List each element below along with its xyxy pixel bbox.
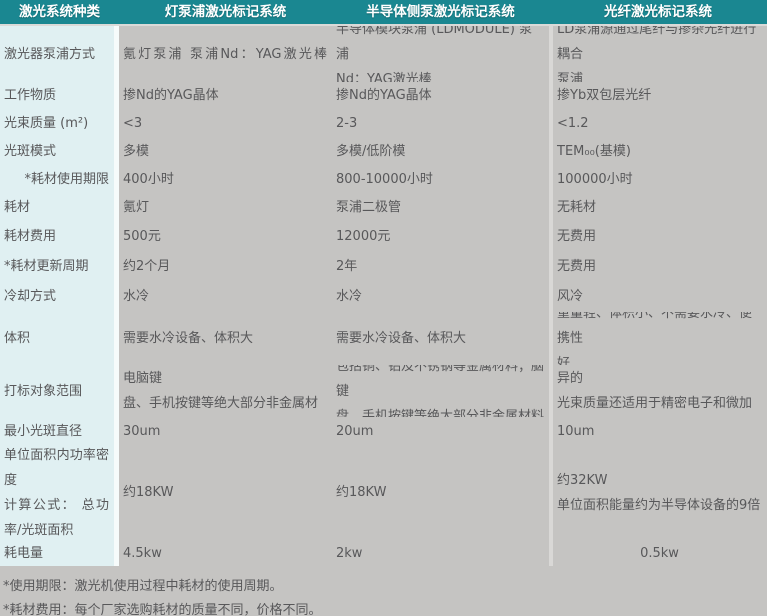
table-cell: TEM₀₀(基模)	[549, 137, 767, 165]
table-cell: 除开侧泵能适合的材料之外，其优异的 光束质量还适用于精密电子和微加工	[549, 365, 767, 417]
row-label: *耗材更新周期	[0, 251, 119, 281]
table-row-volume: 体积 需要水冷设备、体积大 需要水冷设备、体积大 重量轻、体积小、不需要水冷、便…	[0, 312, 767, 365]
row-label: 冷却方式	[0, 281, 119, 312]
table-footnotes: *使用期限：激光机使用过程中耗材的使用周期。 *耗材费用：每个厂家选购耗材的质量…	[0, 566, 767, 616]
table-cell: 100000小时	[549, 165, 767, 193]
table-cell: 10um	[549, 417, 767, 445]
table-cell: 0.5kw	[549, 540, 767, 566]
row-label: *耗材使用期限	[0, 165, 119, 193]
table-cell: 水冷	[119, 281, 332, 312]
row-label: 激光器泵浦方式	[0, 26, 119, 82]
row-label: 耗材费用	[0, 222, 119, 251]
table-row-spot-mode: 光斑模式 多模 多模/低阶模 TEM₀₀(基模)	[0, 137, 767, 165]
table-cell: 约32KW 单位面积能量约为半导体设备的9倍	[549, 445, 767, 540]
column-header-label: 光纤激光标记系统	[604, 0, 712, 24]
footnote-consumable-cost: *耗材费用：每个厂家选购耗材的质量不同，价格不同。	[3, 599, 761, 616]
table-cell: 约2个月	[119, 251, 332, 281]
row-label: 耗材	[0, 193, 119, 222]
table-row-working-material: 工作物质 掺Nd的YAG晶体 掺Nd的YAG晶体 掺Yb双包层光纤	[0, 82, 767, 109]
table-cell: 30um	[119, 417, 332, 445]
table-cell: 无费用	[549, 222, 767, 251]
table-row-consumable-lifetime: *耗材使用期限 400小时 800-10000小时 100000小时	[0, 165, 767, 193]
column-header-semiconductor-side-pumped: 半导体侧泵激光标记系统	[332, 0, 549, 24]
table-cell: 2年	[332, 251, 549, 281]
table-cell: 多模	[119, 137, 332, 165]
table-cell: 需要水冷设备、体积大	[332, 312, 549, 365]
table-cell: 800-10000小时	[332, 165, 549, 193]
table-cell: 2kw	[332, 540, 549, 566]
table-row-beam-quality: 光束质量 (m²) <3 2-3 <1.2	[0, 109, 767, 137]
table-cell: <1.2	[549, 109, 767, 137]
column-header-lamp-pumped: 灯泵浦激光标记系统	[119, 0, 332, 24]
column-header-label: 激光系统种类	[19, 0, 100, 24]
table-cell: 多模/低阶模	[332, 137, 549, 165]
laser-systems-comparison-page: 激光系统种类 灯泵浦激光标记系统 半导体侧泵激光标记系统 光纤激光标记系统 激光…	[0, 0, 767, 616]
table-cell: 包括铜、铝及不锈钢等金属材料；脑键 盘、手机按键等绝大部分非金属材料	[332, 365, 549, 417]
table-row-pump-method: 激光器泵浦方式 氪灯泵浦 泵浦Nd：YAG激光棒 半导体模块泵浦 (LDMODU…	[0, 26, 767, 82]
table-cell: 氪灯	[119, 193, 332, 222]
table-cell: 约18KW	[119, 445, 332, 540]
table-row-consumables: 耗材 氪灯 泵浦二极管 无耗材	[0, 193, 767, 222]
table-cell: 掺Nd的YAG晶体	[332, 82, 549, 109]
table-row-marking-target-range: 打标对象范围 包括铜、铝及不锈钢等金属材料；电脑键 盘、手机按键等绝大部分非金属…	[0, 365, 767, 417]
table-cell: 掺Yb双包层光纤	[549, 82, 767, 109]
row-label: 最小光斑直径	[0, 417, 119, 445]
table-cell: 2-3	[332, 109, 549, 137]
table-cell: 无耗材	[549, 193, 767, 222]
table-cell: 掺Nd的YAG晶体	[119, 82, 332, 109]
row-label: 单位面积内功率密度 计算公式： 总功率/光斑面积	[0, 445, 119, 540]
table-cell: 约18KW	[332, 445, 549, 540]
table-cell: 重量轻、体积小、不需要水冷、便携性 好	[549, 312, 767, 365]
column-header-laser-system-type: 激光系统种类	[0, 0, 119, 24]
table-cell: 泵浦二极管	[332, 193, 549, 222]
row-label: 光斑模式	[0, 137, 119, 165]
table-cell: 400小时	[119, 165, 332, 193]
table-cell: 4.5kw	[119, 540, 332, 566]
row-label: 耗电量	[0, 540, 119, 566]
table-row-cooling-method: 冷却方式 水冷 水冷 风冷	[0, 281, 767, 312]
table-cell: LD泵浦源通过尾纤与掺杂光纤进行耦合 泵浦	[549, 26, 767, 82]
row-label: 打标对象范围	[0, 365, 119, 417]
column-header-fiber-laser: 光纤激光标记系统	[549, 0, 767, 24]
table-row-consumable-replacement-cycle: *耗材更新周期 约2个月 2年 无费用	[0, 251, 767, 281]
table-cell: 20um	[332, 417, 549, 445]
table-cell: 水冷	[332, 281, 549, 312]
column-header-label: 灯泵浦激光标记系统	[165, 0, 287, 24]
row-label: 体积	[0, 312, 119, 365]
row-label: 光束质量 (m²)	[0, 109, 119, 137]
footnote-usage-period: *使用期限：激光机使用过程中耗材的使用周期。	[3, 575, 761, 599]
table-row-min-spot-diameter: 最小光斑直径 30um 20um 10um	[0, 417, 767, 445]
table-cell: <3	[119, 109, 332, 137]
table-row-consumable-cost: 耗材费用 500元 12000元 无费用	[0, 222, 767, 251]
column-header-label: 半导体侧泵激光标记系统	[366, 0, 515, 24]
table-cell: 风冷	[549, 281, 767, 312]
table-row-power-density-per-area: 单位面积内功率密度 计算公式： 总功率/光斑面积 约18KW 约18KW 约32…	[0, 445, 767, 540]
table-cell: 500元	[119, 222, 332, 251]
comparison-table-body: 激光器泵浦方式 氪灯泵浦 泵浦Nd：YAG激光棒 半导体模块泵浦 (LDMODU…	[0, 26, 767, 566]
table-cell: 氪灯泵浦 泵浦Nd：YAG激光棒	[119, 26, 332, 82]
table-cell: 12000元	[332, 222, 549, 251]
table-cell: 无费用	[549, 251, 767, 281]
table-cell: 需要水冷设备、体积大	[119, 312, 332, 365]
table-cell: 半导体模块泵浦 (LDMODULE) 泵浦 Nd：YAG激光棒	[332, 26, 549, 82]
table-cell: 包括铜、铝及不锈钢等金属材料；电脑键 盘、手机按键等绝大部分非金属材料	[119, 365, 332, 417]
table-header-row: 激光系统种类 灯泵浦激光标记系统 半导体侧泵激光标记系统 光纤激光标记系统	[0, 0, 767, 26]
row-label: 工作物质	[0, 82, 119, 109]
table-row-power-consumption: 耗电量 4.5kw 2kw 0.5kw	[0, 540, 767, 566]
